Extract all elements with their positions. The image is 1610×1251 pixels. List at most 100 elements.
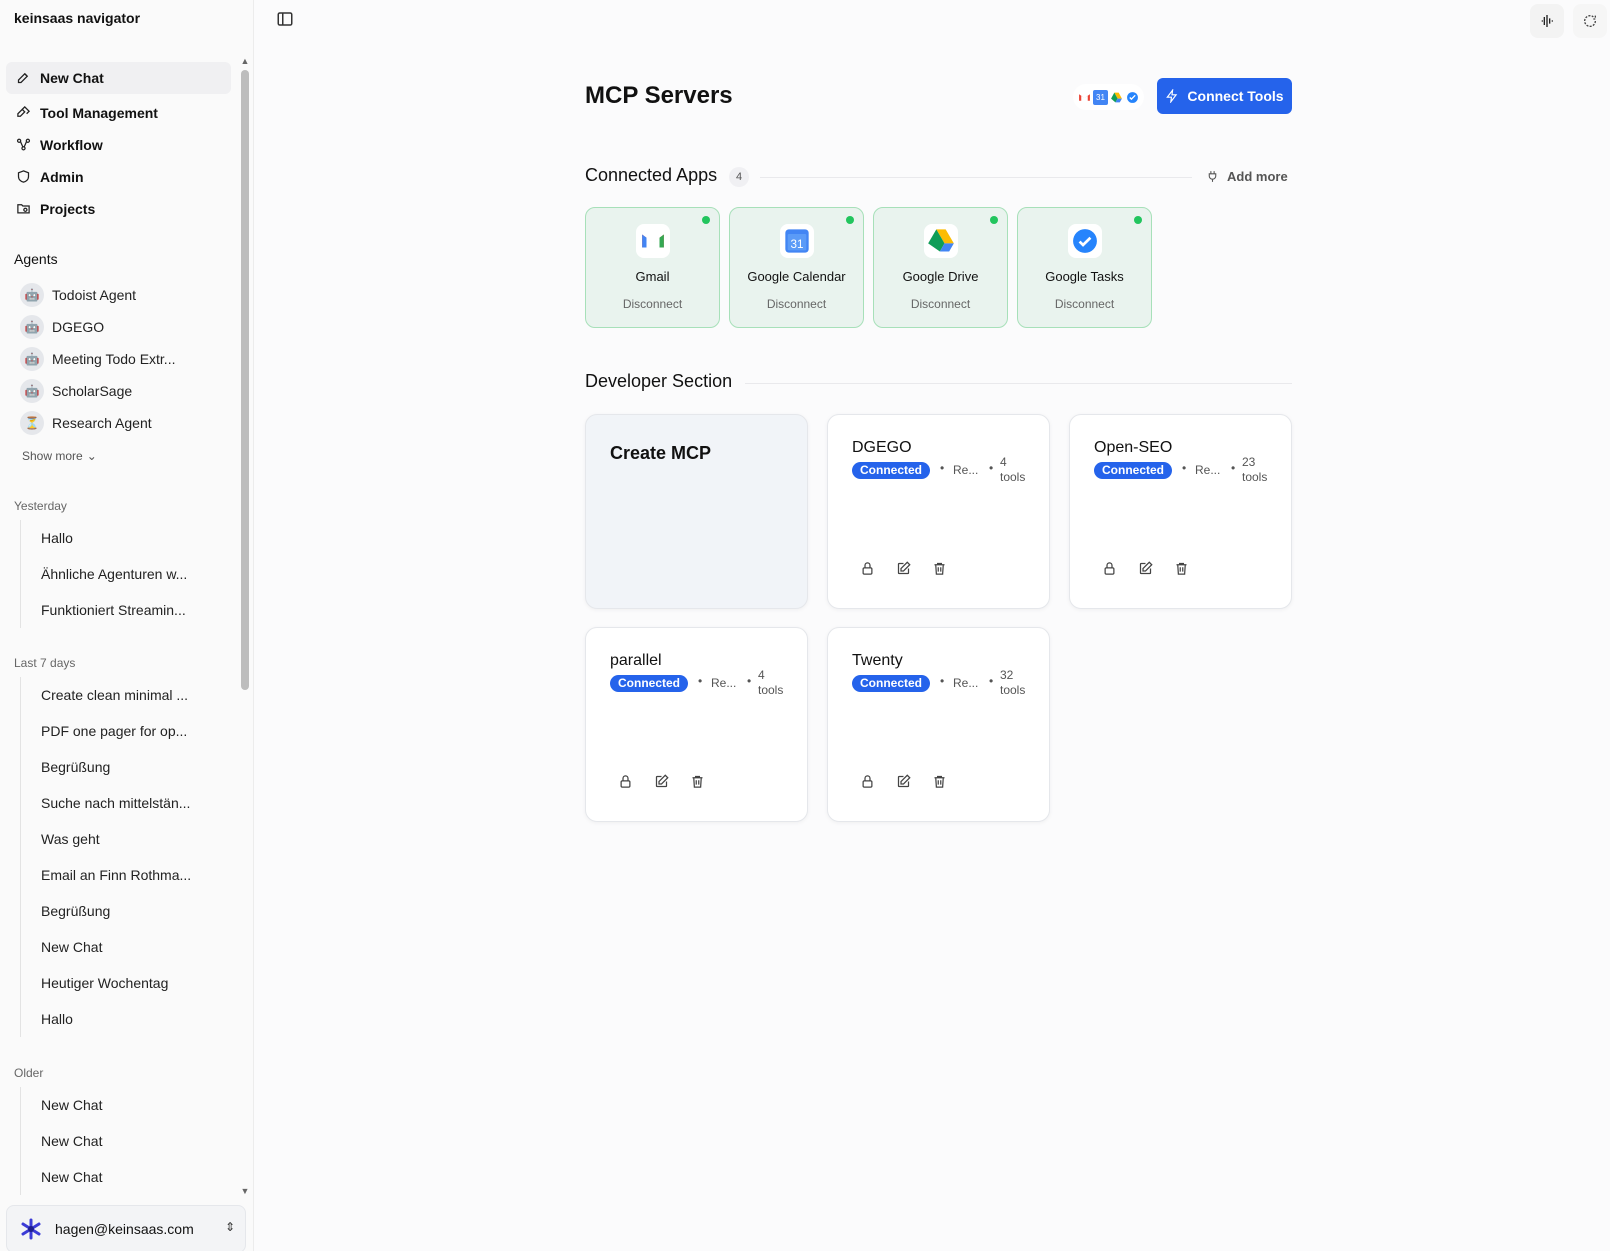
sidebar-toggle-icon <box>277 12 293 26</box>
robot-icon: 🤖 <box>20 379 44 403</box>
server-name: Twenty <box>852 652 903 669</box>
edit-icon[interactable] <box>896 774 912 790</box>
connected-status-dot <box>702 216 710 224</box>
disconnect-button[interactable]: Disconnect <box>874 297 1007 311</box>
refresh-button[interactable] <box>1573 4 1607 38</box>
trash-icon[interactable] <box>932 561 948 577</box>
tools-count: 23 tools <box>1242 455 1268 484</box>
show-more-button[interactable]: Show more ⌄ <box>22 449 97 463</box>
agent-item[interactable]: ⏳ Research Agent <box>20 407 230 439</box>
mcp-server-card[interactable]: Open-SEO Connected • Re... • 23 tools <box>1069 414 1292 609</box>
lock-icon[interactable] <box>1102 561 1118 577</box>
nav-tool-management[interactable]: Tool Management <box>6 97 231 129</box>
server-actions <box>860 561 948 577</box>
nav-projects[interactable]: Projects <box>6 193 231 225</box>
history-item[interactable]: Hallo <box>21 520 220 556</box>
transport-label: Re... <box>1195 463 1221 477</box>
history-item[interactable]: Create clean minimal ... <box>21 677 220 713</box>
main-nav: New Chat Tool Management Workflow Admin … <box>6 62 231 225</box>
nav-new-chat[interactable]: New Chat <box>6 62 231 94</box>
server-actions <box>1102 561 1190 577</box>
history-item[interactable]: New Chat <box>21 1159 220 1195</box>
history-item[interactable]: Heutiger Wochentag <box>21 965 220 1001</box>
section-divider <box>760 177 1192 178</box>
agent-item[interactable]: 🤖 Todoist Agent <box>20 279 230 311</box>
history-item[interactable]: Begrüßung <box>21 749 220 785</box>
history-item[interactable]: PDF one pager for op... <box>21 713 220 749</box>
disconnect-button[interactable]: Disconnect <box>586 297 719 311</box>
nav-label: Workflow <box>40 137 103 153</box>
separator-dot: • <box>940 461 945 475</box>
edit-icon[interactable] <box>896 561 912 577</box>
app-card-gmail[interactable]: Gmail Disconnect <box>585 207 720 328</box>
lock-icon[interactable] <box>860 561 876 577</box>
scroll-up-arrow[interactable]: ▲ <box>240 56 250 66</box>
app-card-google-calendar[interactable]: 31 Google Calendar Disconnect <box>729 207 864 328</box>
user-account-switcher[interactable]: hagen@keinsaas.com ⇕ <box>6 1205 246 1251</box>
edit-icon[interactable] <box>654 774 670 790</box>
history-item[interactable]: Email an Finn Rothma... <box>21 857 220 893</box>
audio-wave-icon <box>1541 15 1553 27</box>
trash-icon[interactable] <box>690 774 706 790</box>
robot-icon: 🤖 <box>20 283 44 307</box>
gmail-icon <box>635 224 670 258</box>
server-actions <box>860 774 948 790</box>
tools-icon <box>16 105 32 121</box>
history-group-older: Older <box>14 1066 44 1080</box>
history-item[interactable]: Begrüßung <box>21 893 220 929</box>
agent-item[interactable]: 🤖 Meeting Todo Extr... <box>20 343 230 375</box>
mcp-server-card[interactable]: Twenty Connected • Re... • 32 tools <box>827 627 1050 822</box>
app-card-google-drive[interactable]: Google Drive Disconnect <box>873 207 1008 328</box>
scroll-down-arrow[interactable]: ▼ <box>240 1186 250 1196</box>
transport-label: Re... <box>953 676 979 690</box>
disconnect-button[interactable]: Disconnect <box>730 297 863 311</box>
hourglass-icon: ⏳ <box>20 411 44 435</box>
nav-label: New Chat <box>40 70 104 86</box>
chevron-down-icon: ⌄ <box>86 449 97 463</box>
sidebar: keinsaas navigator New Chat Tool Managem… <box>0 0 254 1251</box>
add-more-button[interactable]: Add more <box>1206 169 1288 184</box>
history-item[interactable]: New Chat <box>21 1087 220 1123</box>
google-tasks-icon <box>1067 224 1102 258</box>
trash-icon[interactable] <box>1174 561 1190 577</box>
google-calendar-icon: 31 <box>1093 89 1108 105</box>
scrollbar-thumb[interactable] <box>241 70 249 690</box>
agent-item[interactable]: 🤖 ScholarSage <box>20 375 230 407</box>
lock-icon[interactable] <box>860 774 876 790</box>
folder-icon <box>16 201 32 217</box>
mcp-server-card[interactable]: DGEGO Connected • Re... • 4 tools <box>827 414 1050 609</box>
history-item[interactable]: Suche nach mittelstän... <box>21 785 220 821</box>
sidebar-toggle-button[interactable] <box>276 10 296 30</box>
nav-admin[interactable]: Admin <box>6 161 231 193</box>
create-mcp-label: Create MCP <box>610 443 712 463</box>
edit-icon[interactable] <box>1138 561 1154 577</box>
history-item[interactable]: Ähnliche Agenturen w... <box>21 556 220 592</box>
history-item[interactable]: Was geht <box>21 821 220 857</box>
developer-section-heading: Developer Section <box>585 371 733 391</box>
trash-icon[interactable] <box>932 774 948 790</box>
connected-apps-heading: Connected Apps <box>585 165 718 185</box>
connect-tools-button[interactable]: Connect Tools <box>1157 78 1292 114</box>
agents-heading: Agents <box>14 251 58 267</box>
history-item[interactable]: New Chat <box>21 929 220 965</box>
nav-label: Admin <box>40 169 84 185</box>
create-mcp-card[interactable]: Create MCP <box>585 414 808 609</box>
history-item[interactable]: Funktioniert Streamin... <box>21 592 220 628</box>
history-item[interactable]: Hallo <box>21 1001 220 1037</box>
app-card-google-tasks[interactable]: Google Tasks Disconnect <box>1017 207 1152 328</box>
history-item[interactable]: New Chat <box>21 1123 220 1159</box>
status-badge: Connected <box>1094 462 1173 479</box>
agent-item[interactable]: 🤖 DGEGO <box>20 311 230 343</box>
brand-name: keinsaas navigator <box>14 10 141 26</box>
separator-dot: • <box>1182 461 1187 475</box>
voice-button[interactable] <box>1530 4 1564 38</box>
nav-workflow[interactable]: Workflow <box>6 129 231 161</box>
nav-label: Projects <box>40 201 96 217</box>
lock-icon[interactable] <box>618 774 634 790</box>
disconnect-button[interactable]: Disconnect <box>1018 297 1151 311</box>
sidebar-scrollbar[interactable]: ▲ ▼ <box>240 56 250 1196</box>
mcp-server-card[interactable]: parallel Connected • Re... • 4 tools <box>585 627 808 822</box>
connected-apps-preview: 31 <box>1073 84 1144 110</box>
gmail-icon <box>1077 90 1092 105</box>
connected-apps-count: 4 <box>729 167 749 187</box>
